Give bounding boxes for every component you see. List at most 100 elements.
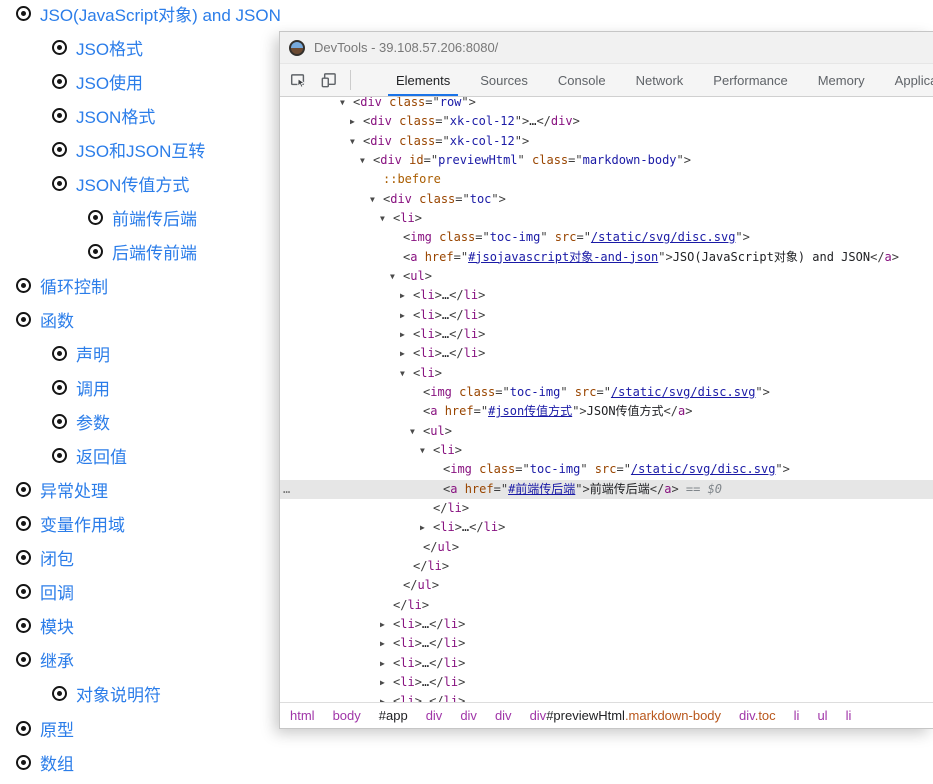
- code-row[interactable]: <img class="toc-img" src="/static/svg/di…: [280, 383, 933, 402]
- more-actions-icon[interactable]: …: [283, 480, 291, 499]
- breadcrumb-item[interactable]: div.toc: [739, 708, 776, 723]
- code-row[interactable]: ▶<li>…</li>: [280, 325, 933, 344]
- code-row[interactable]: </ul>: [280, 538, 933, 557]
- breadcrumb-item[interactable]: div: [426, 708, 443, 723]
- code-row[interactable]: ::before: [280, 170, 933, 189]
- breadcrumb-item[interactable]: li: [846, 708, 852, 723]
- triangle-expanded-icon[interactable]: ▼: [370, 190, 383, 209]
- toc-item: 数组: [0, 745, 933, 779]
- code-row[interactable]: ▼<li>: [280, 364, 933, 383]
- triangle-expanded-icon[interactable]: ▼: [420, 441, 433, 460]
- toc-link[interactable]: 函数: [40, 307, 74, 332]
- code-row[interactable]: ▶<li>…</li>: [280, 306, 933, 325]
- code-row[interactable]: <img class="toc-img" src="/static/svg/di…: [280, 228, 933, 247]
- tab-performance[interactable]: Performance: [698, 64, 802, 97]
- triangle-collapsed-icon[interactable]: ▶: [380, 615, 393, 634]
- toc-link[interactable]: 前端传后端: [112, 205, 197, 230]
- code-row[interactable]: ▶<li>…</li>: [280, 634, 933, 653]
- toc-link[interactable]: 原型: [40, 716, 74, 741]
- triangle-expanded-icon[interactable]: ▼: [340, 97, 353, 112]
- code-row[interactable]: ▼<li>: [280, 209, 933, 228]
- code-row[interactable]: ▼<div class="row">: [280, 97, 933, 112]
- tab-sources[interactable]: Sources: [465, 64, 543, 97]
- triangle-collapsed-icon[interactable]: ▶: [420, 518, 433, 537]
- device-toolbar-icon[interactable]: [316, 67, 342, 93]
- toc-link[interactable]: 异常处理: [40, 477, 108, 502]
- toc-link[interactable]: 数组: [40, 750, 74, 775]
- toc-link[interactable]: JSO格式: [76, 35, 143, 60]
- code-row[interactable]: ▼<li>: [280, 441, 933, 460]
- toc-link[interactable]: 变量作用域: [40, 511, 125, 536]
- code-row[interactable]: ▶<div class="xk-col-12">…</div>: [280, 112, 933, 131]
- triangle-expanded-icon[interactable]: ▼: [390, 267, 403, 286]
- toc-link[interactable]: JSO和JSON互转: [76, 137, 205, 162]
- code-row[interactable]: ▼<div class="xk-col-12">: [280, 132, 933, 151]
- tab-console[interactable]: Console: [543, 64, 621, 97]
- toc-link[interactable]: JSON格式: [76, 103, 155, 128]
- code-row[interactable]: </li>: [280, 596, 933, 615]
- triangle-collapsed-icon[interactable]: ▶: [350, 112, 363, 131]
- toolbar-divider: [350, 70, 351, 90]
- disc-icon: [16, 550, 31, 565]
- triangle-expanded-icon[interactable]: ▼: [400, 364, 413, 383]
- tab-elements[interactable]: Elements: [381, 64, 465, 97]
- toc-link[interactable]: JSON传值方式: [76, 171, 189, 196]
- code-row-selected[interactable]: …<a href="#前端传后端">前端传后端</a> == $0: [280, 480, 933, 499]
- code-row[interactable]: <img class="toc-img" src="/static/svg/di…: [280, 460, 933, 479]
- triangle-collapsed-icon[interactable]: ▶: [380, 673, 393, 692]
- triangle-collapsed-icon[interactable]: ▶: [400, 306, 413, 325]
- toc-link[interactable]: JSO使用: [76, 69, 143, 94]
- triangle-expanded-icon[interactable]: ▼: [380, 209, 393, 228]
- breadcrumb-item[interactable]: li: [794, 708, 800, 723]
- toc-link[interactable]: 返回值: [76, 443, 127, 468]
- triangle-expanded-icon[interactable]: ▼: [410, 422, 423, 441]
- code-row[interactable]: ▶<li>…</li>: [280, 654, 933, 673]
- code-row[interactable]: ▶<li>…</li>: [280, 615, 933, 634]
- code-row[interactable]: ▼<ul>: [280, 267, 933, 286]
- toc-link[interactable]: 回调: [40, 579, 74, 604]
- triangle-expanded-icon[interactable]: ▼: [350, 132, 363, 151]
- triangle-collapsed-icon[interactable]: ▶: [400, 325, 413, 344]
- toc-link[interactable]: 后端传前端: [112, 239, 197, 264]
- breadcrumb-item[interactable]: div: [495, 708, 512, 723]
- breadcrumb-item[interactable]: ul: [817, 708, 827, 723]
- code-row[interactable]: <a href="#json传值方式">JSON传值方式</a>: [280, 402, 933, 421]
- inspect-element-icon[interactable]: [285, 67, 311, 93]
- toc-link[interactable]: 声明: [76, 341, 110, 366]
- triangle-collapsed-icon[interactable]: ▶: [400, 344, 413, 363]
- tab-application[interactable]: Application: [880, 64, 933, 97]
- toc-link[interactable]: 继承: [40, 647, 74, 672]
- triangle-collapsed-icon[interactable]: ▶: [380, 634, 393, 653]
- toc-link[interactable]: 调用: [76, 375, 110, 400]
- toc-link[interactable]: 模块: [40, 613, 74, 638]
- code-row[interactable]: ▶<li>…</li>: [280, 344, 933, 363]
- code-row[interactable]: ▼<ul>: [280, 422, 933, 441]
- breadcrumb-item[interactable]: html: [290, 708, 315, 723]
- triangle-collapsed-icon[interactable]: ▶: [400, 286, 413, 305]
- breadcrumb-item[interactable]: #app: [379, 708, 408, 723]
- code-row[interactable]: ▶<li>…</li>: [280, 286, 933, 305]
- triangle-expanded-icon[interactable]: ▼: [360, 151, 373, 170]
- code-row[interactable]: </ul>: [280, 576, 933, 595]
- toc-link[interactable]: 循环控制: [40, 273, 108, 298]
- tab-memory[interactable]: Memory: [803, 64, 880, 97]
- code-row[interactable]: ▶<li>…</li>: [280, 692, 933, 702]
- toc-link[interactable]: 参数: [76, 409, 110, 434]
- code-row[interactable]: ▶<li>…</li>: [280, 673, 933, 692]
- code-row[interactable]: <a href="#jsojavascript对象-and-json">JSO(…: [280, 248, 933, 267]
- toc-link[interactable]: 对象说明符: [76, 681, 161, 706]
- toc-link[interactable]: JSO(JavaScript对象) and JSON: [40, 1, 281, 26]
- code-row[interactable]: </li>: [280, 499, 933, 518]
- triangle-collapsed-icon[interactable]: ▶: [380, 654, 393, 673]
- code-row[interactable]: ▼<div id="previewHtml" class="markdown-b…: [280, 151, 933, 170]
- toc-link[interactable]: 闭包: [40, 545, 74, 570]
- breadcrumb-item[interactable]: body: [333, 708, 361, 723]
- triangle-collapsed-icon[interactable]: ▶: [380, 692, 393, 702]
- code-row[interactable]: ▼<div class="toc">: [280, 190, 933, 209]
- tab-network[interactable]: Network: [621, 64, 699, 97]
- code-row[interactable]: ▶<li>…</li>: [280, 518, 933, 537]
- breadcrumb-item[interactable]: div#previewHtml.markdown-body: [530, 708, 721, 723]
- code-row[interactable]: </li>: [280, 557, 933, 576]
- breadcrumb-item[interactable]: div: [460, 708, 477, 723]
- disc-icon: [16, 482, 31, 497]
